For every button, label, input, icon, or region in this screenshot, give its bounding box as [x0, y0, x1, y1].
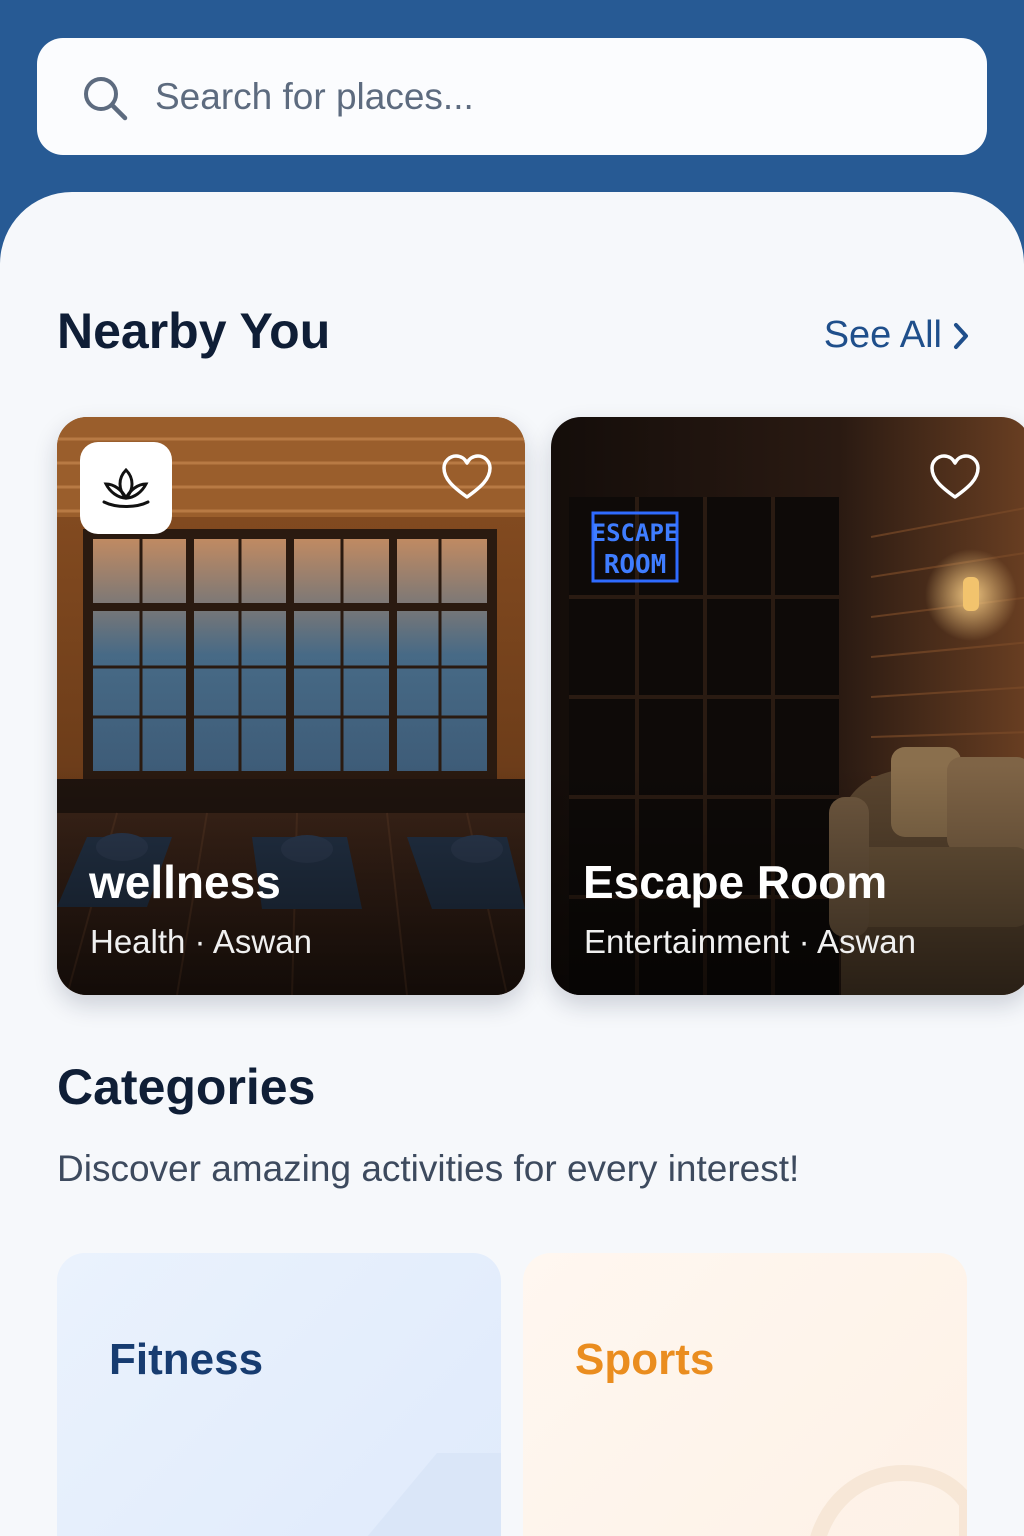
card-meta: Entertainment · Aswan: [584, 923, 916, 960]
categories-title: Categories: [57, 1059, 316, 1115]
place-card-wellness[interactable]: wellness Health · Aswan: [57, 417, 525, 995]
card-title: wellness: [89, 856, 281, 908]
place-card-escape-room[interactable]: ESCAPE ROOM Escape Room Entertainment · …: [551, 417, 1024, 995]
nearby-title: Nearby You: [57, 303, 331, 359]
see-all-label: See All: [823, 314, 942, 356]
favorite-heart-icon[interactable]: [441, 453, 493, 501]
card-title: Escape Room: [583, 856, 888, 908]
see-all-link[interactable]: See All: [824, 314, 970, 357]
category-card-fitness[interactable]: Fitness: [57, 1253, 501, 1536]
category-badge: [80, 442, 172, 534]
chevron-right-icon: [954, 322, 968, 349]
search-bar[interactable]: [37, 38, 987, 155]
favorite-heart-icon[interactable]: [929, 453, 981, 501]
lotus-icon: [102, 467, 150, 508]
card-meta: Health · Aswan: [90, 923, 312, 960]
fitness-decoration: [367, 1453, 501, 1536]
category-card-sports[interactable]: Sports: [523, 1253, 967, 1536]
sports-decoration: [810, 1464, 967, 1536]
categories-subtitle: Discover amazing activities for every in…: [57, 1148, 800, 1189]
escape-sign-line2: ROOM: [604, 550, 667, 580]
search-icon: [84, 77, 128, 121]
search-input[interactable]: [153, 72, 957, 122]
main-content: Nearby You See All wellness Health · Asw…: [0, 192, 1024, 1536]
escape-sign-line1: ESCAPE: [592, 519, 679, 547]
